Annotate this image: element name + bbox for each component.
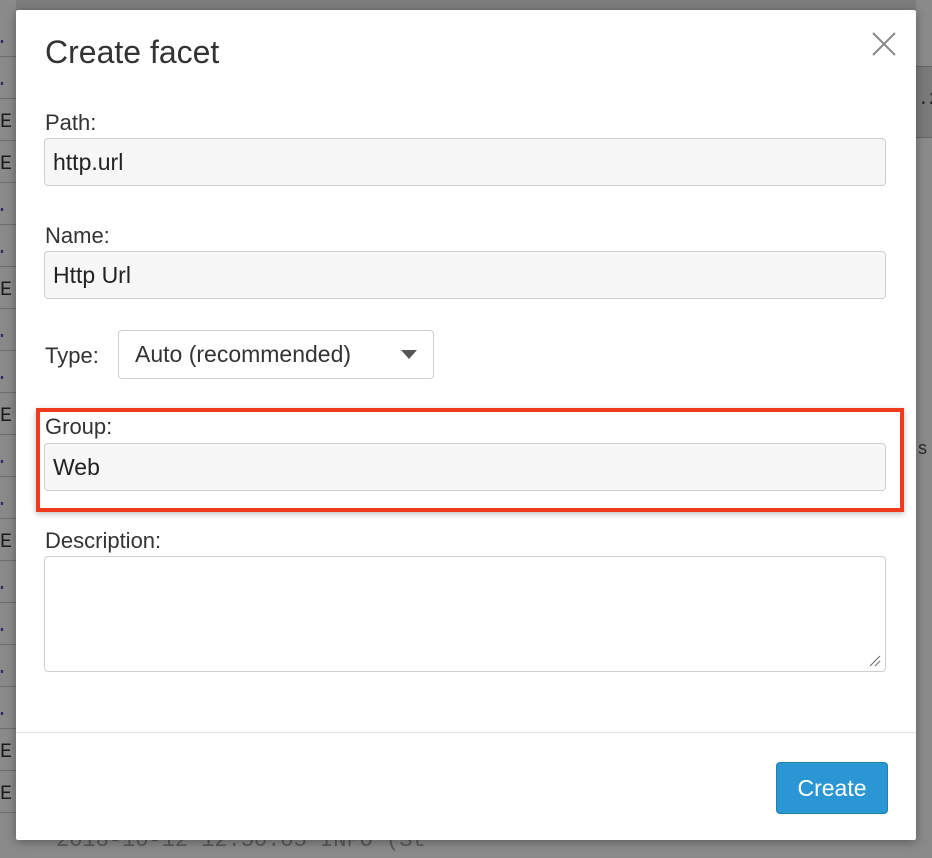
close-button[interactable] bbox=[868, 28, 900, 60]
background-log-fragment: . bbox=[0, 484, 16, 519]
background-log-text: 2018-10-12 12:50:05 INFO (St bbox=[56, 840, 426, 853]
background-side-panel: .2 s bbox=[916, 0, 932, 858]
background-log-fragment: E bbox=[0, 400, 16, 435]
background-log-fragment: . bbox=[0, 316, 16, 351]
background-log-fragment: . bbox=[0, 610, 16, 645]
background-log-fragment: E bbox=[0, 274, 16, 309]
path-input[interactable]: http.url bbox=[44, 138, 886, 186]
background-log-fragment: . bbox=[0, 232, 16, 267]
create-button[interactable]: Create bbox=[776, 762, 888, 814]
type-label: Type: bbox=[45, 343, 99, 368]
resize-handle-icon[interactable] bbox=[869, 655, 881, 667]
background-log-fragment: . bbox=[0, 190, 16, 225]
footer-divider bbox=[16, 732, 916, 733]
name-input[interactable]: Http Url bbox=[44, 251, 886, 299]
background-log-fragment: . bbox=[0, 442, 16, 477]
background-log-fragment: E bbox=[0, 106, 16, 141]
close-icon bbox=[872, 32, 896, 56]
background-log-fragment: E bbox=[0, 148, 16, 183]
path-label: Path: bbox=[45, 110, 97, 135]
background-log-fragment: . bbox=[0, 64, 16, 99]
dialog-title: Create facet bbox=[45, 34, 220, 70]
background-log-fragment: E bbox=[0, 736, 16, 771]
create-facet-dialog: Create facet Path: http.url Name: Http U… bbox=[16, 10, 916, 840]
description-textarea[interactable] bbox=[44, 556, 886, 672]
background-text-fragment: s bbox=[918, 438, 927, 458]
background-log-list: ..EE..E..E..E....EE bbox=[0, 0, 16, 858]
type-selected-value: Auto (recommended) bbox=[135, 341, 352, 367]
background-log-fragment: . bbox=[0, 568, 16, 603]
description-label: Description: bbox=[45, 528, 162, 553]
group-input[interactable]: Web bbox=[44, 443, 886, 491]
caret-down-icon bbox=[401, 350, 417, 359]
background-log-line: 2018-10-12 12:50:05 INFO (St bbox=[16, 840, 916, 858]
background-log-fragment: . bbox=[0, 694, 16, 729]
background-log-fragment: E bbox=[0, 778, 16, 813]
background-log-fragment: E bbox=[0, 526, 16, 561]
group-label: Group: bbox=[45, 414, 113, 439]
background-text-fragment: .2 bbox=[918, 90, 932, 110]
background-log-fragment: . bbox=[0, 22, 16, 57]
background-log-fragment: . bbox=[0, 652, 16, 687]
background-log-fragment: . bbox=[0, 358, 16, 393]
type-select[interactable]: Auto (recommended) bbox=[118, 330, 434, 379]
name-label: Name: bbox=[45, 223, 110, 248]
